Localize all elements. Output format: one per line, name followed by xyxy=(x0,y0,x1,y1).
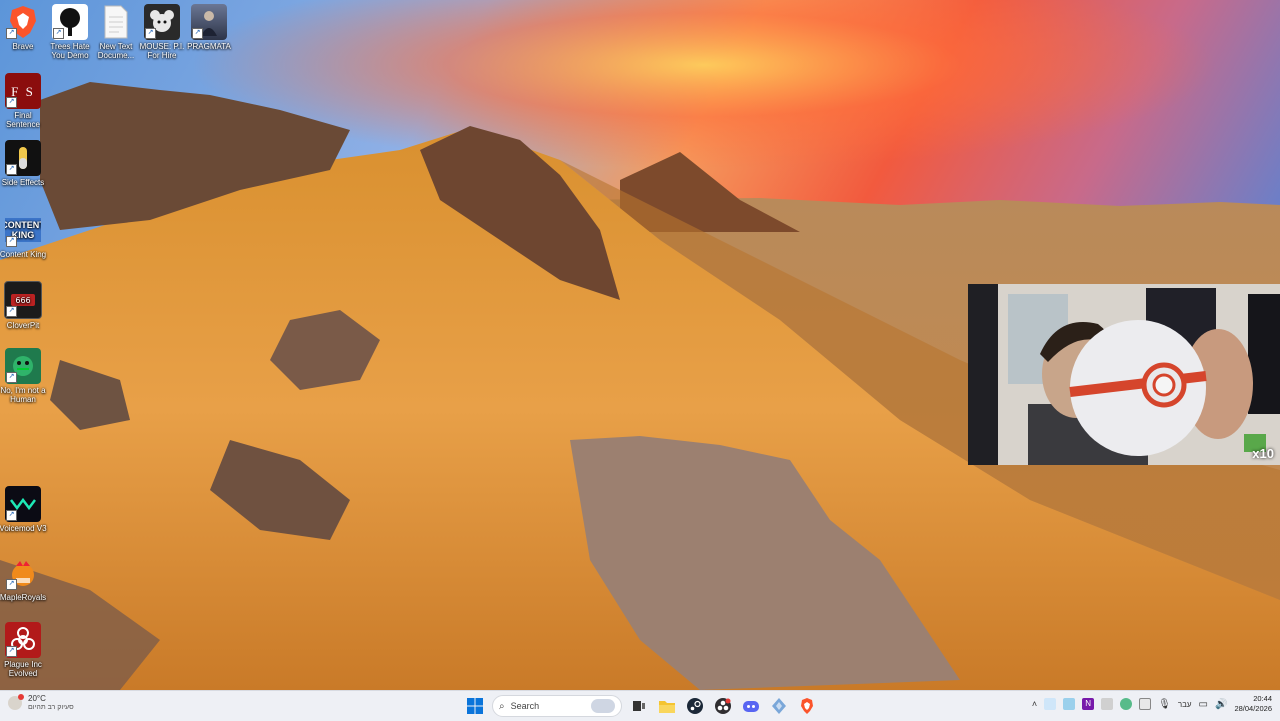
desktop-icon-trees-hate-you[interactable]: ↗ Trees Hate You Demo xyxy=(45,4,95,60)
volume-icon[interactable]: 🔊 xyxy=(1215,699,1227,710)
desktop-icon-label: New Text Docume... xyxy=(97,42,135,60)
desktop-icon-final-sentence[interactable]: F S ↗ Final Sentence xyxy=(0,73,48,129)
tray-app-icon[interactable] xyxy=(1044,698,1057,710)
discord-button[interactable] xyxy=(740,695,762,717)
desktop-icon-mouse-pi[interactable]: ↗ MOUSE: P.I. For Hire xyxy=(137,4,187,60)
desktop-icon-label: Final Sentence xyxy=(6,111,40,129)
desktop-icon-label: Side Effects xyxy=(1,178,45,187)
microphone-icon[interactable]: 🎙 xyxy=(1158,699,1171,710)
search-icon: ⌕ xyxy=(499,700,505,712)
task-view-button[interactable] xyxy=(628,695,650,717)
mouse-game-icon: ↗ xyxy=(144,4,180,40)
weather-icon xyxy=(8,694,24,710)
desktop-icon-label: CloverPit xyxy=(6,321,40,330)
tray-app-icon[interactable] xyxy=(1139,698,1152,710)
clock[interactable]: 20:44 28/04/2026 xyxy=(1234,694,1272,714)
network-icon[interactable]: ▭ xyxy=(1199,699,1208,710)
desktop-icon-label: MapleRoyals xyxy=(0,593,47,602)
clock-date: 28/04/2026 xyxy=(1234,704,1272,713)
cloverpit-icon: 666 ↗ xyxy=(4,281,42,319)
desktop-icon-label: No, I'm not a Human xyxy=(0,386,46,404)
obs-button[interactable] xyxy=(712,695,734,717)
desktop-icon-pragmata[interactable]: ↗ PRAGMATA xyxy=(184,4,234,51)
desktop-icon-label: Brave xyxy=(12,42,34,51)
side-effects-icon: ↗ xyxy=(5,140,41,176)
brave-icon: ↗ xyxy=(5,4,41,40)
final-sentence-icon: F S ↗ xyxy=(5,73,41,109)
weather-widget[interactable]: 20°C סעיוק רב תהיום xyxy=(8,694,74,712)
start-button[interactable] xyxy=(464,695,486,717)
windows-start-icon xyxy=(467,698,483,714)
not-human-icon: ↗ xyxy=(5,348,41,384)
steam-icon xyxy=(687,698,703,714)
desktop-icon-label: MOUSE: P.I. For Hire xyxy=(139,42,185,60)
tray-app-icon[interactable] xyxy=(1063,698,1076,710)
steam-button[interactable] xyxy=(684,695,706,717)
tray-app-icon[interactable] xyxy=(1101,698,1114,710)
desktop-icon-content-king[interactable]: CONTENT KING ↗ Content King xyxy=(0,212,48,259)
search-highlight-icon xyxy=(591,699,615,713)
biohazard-icon: ↗ xyxy=(5,622,41,658)
desktop-icon-new-text-document[interactable]: New Text Docume... xyxy=(91,4,141,60)
desktop-icon-not-a-human[interactable]: ↗ No, I'm not a Human xyxy=(0,348,48,404)
desktop-icon-voicemod[interactable]: ↗ Voicemod V3 xyxy=(0,486,48,533)
pragmata-icon: ↗ xyxy=(191,4,227,40)
desktop-icon-brave[interactable]: ↗ Brave xyxy=(0,4,48,51)
obs-icon xyxy=(715,698,731,714)
search-placeholder: Search xyxy=(510,701,540,711)
app-icon xyxy=(772,698,786,714)
desktop-icon-cloverpit[interactable]: 666 ↗ CloverPit xyxy=(0,281,48,330)
desktop-icon-label: Plague Inc Evolved xyxy=(4,660,42,678)
brave-taskbar-button[interactable] xyxy=(796,695,818,717)
desktop-icon-label: Trees Hate You Demo xyxy=(50,42,90,60)
file-explorer-icon xyxy=(659,701,675,713)
text-document-icon xyxy=(98,4,134,40)
webcam-overlay: x10 xyxy=(968,284,1280,465)
mapleroyals-icon: ↗ xyxy=(5,555,41,591)
weather-temperature: 20°C xyxy=(28,694,46,703)
desktop-icon-label: Voicemod V3 xyxy=(0,524,47,533)
task-view-icon xyxy=(633,701,645,711)
tree-icon: ↗ xyxy=(52,4,88,40)
voicemod-icon: ↗ xyxy=(5,486,41,522)
desktop-icon-side-effects[interactable]: ↗ Side Effects xyxy=(0,140,48,187)
weather-description: סעיוק רב תהיום xyxy=(28,704,74,711)
discord-icon xyxy=(743,701,759,712)
language-indicator[interactable]: עבר xyxy=(1178,700,1192,709)
content-king-icon: CONTENT KING ↗ xyxy=(5,212,41,248)
taskbar-search[interactable]: ⌕ Search xyxy=(492,695,622,717)
brave-icon xyxy=(801,698,813,714)
chevron-up-icon[interactable]: ˄ xyxy=(1032,699,1037,709)
onenote-icon[interactable]: N xyxy=(1082,698,1095,710)
app-button[interactable] xyxy=(768,695,790,717)
tray-app-icon[interactable] xyxy=(1120,698,1133,710)
taskbar: 20°C סעיוק רב תהיום ⌕ Search ˄ N 🎙 עבר ▭… xyxy=(0,690,1280,721)
desktop-icon-label: Content King xyxy=(0,250,47,259)
desktop-icon-plague-inc[interactable]: ↗ Plague Inc Evolved xyxy=(0,622,48,678)
svg-text:666: 666 xyxy=(15,296,30,305)
clock-time: 20:44 xyxy=(1253,694,1272,703)
system-tray: ˄ N 🎙 עבר ▭ 🔊 20:44 28/04/2026 xyxy=(1032,694,1272,714)
desktop-icon-label: PRAGMATA xyxy=(187,42,231,51)
desktop-icon-mapleroyals[interactable]: ↗ MapleRoyals xyxy=(0,555,48,602)
taskbar-apps: ⌕ Search xyxy=(464,695,818,717)
file-explorer-button[interactable] xyxy=(656,695,678,717)
gift-count-badge: x10 xyxy=(1252,446,1274,461)
